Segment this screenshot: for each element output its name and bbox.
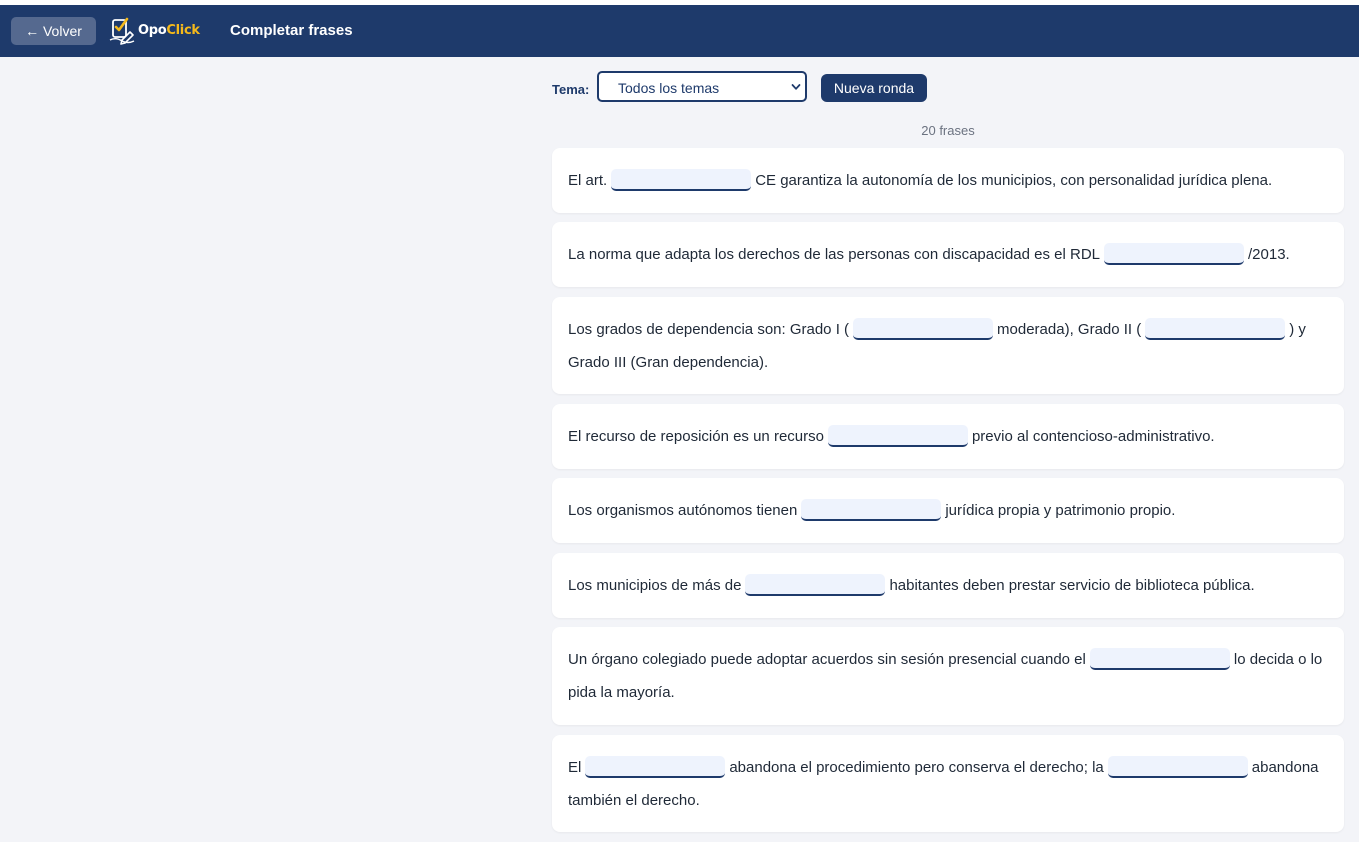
blank-input[interactable]: [1104, 243, 1245, 265]
sentence-fragment: Un órgano colegiado puede adoptar acuerd…: [568, 651, 1086, 668]
checklist-pencil-icon: [109, 17, 135, 45]
blank-input[interactable]: [827, 425, 968, 447]
blank-input[interactable]: [1145, 317, 1286, 340]
sentence-fragment: La norma que adapta los derechos de las …: [568, 246, 1101, 263]
sentence-text: Los municipios de más de habitantes deben…: [568, 569, 1328, 602]
sentence-text: Los grados de dependencia son: Grado I (…: [568, 313, 1328, 379]
blank-input[interactable]: [611, 169, 752, 191]
header-bar: ← Volver OpoClick Completar frases: [0, 5, 1359, 57]
sentence-fragment: jurídica propia y patrimonio propio.: [945, 502, 1176, 519]
tema-label: Tema:: [552, 82, 590, 97]
blank-input[interactable]: [585, 755, 726, 778]
opoclick-logo[interactable]: OpoClick: [108, 16, 204, 46]
sentence-count: 20 frases: [921, 123, 975, 138]
sentence-card: El abandona el procedimiento pero conserv…: [552, 735, 1344, 832]
sentence-card: Los grados de dependencia son: Grado I (…: [552, 297, 1344, 394]
sentence-fragment: Los grados de dependencia son: Grado I (: [568, 320, 850, 338]
sentence-fragment: El: [568, 758, 582, 776]
blank-input[interactable]: [853, 317, 994, 340]
sentence-text: El recurso de reposición es un recurso pr…: [568, 420, 1328, 453]
new-round-button[interactable]: Nueva ronda: [821, 74, 927, 102]
sentence-text: El art. CE garantiza la autonomía de los …: [568, 164, 1328, 197]
logo-click: Click: [166, 23, 200, 38]
sentence-fragment: habitantes deben prestar servicio de bib…: [889, 577, 1255, 594]
sentence-fragment: Los organismos autónomos tienen: [568, 502, 798, 519]
sentence-card: El art. CE garantiza la autonomía de los …: [552, 148, 1344, 213]
sentence-text: Los organismos autónomos tienen jurídica …: [568, 494, 1328, 527]
sentence-fragment: /2013.: [1248, 246, 1290, 263]
page-title: Completar frases: [230, 22, 353, 39]
sentence-text: El abandona el procedimiento pero conserv…: [568, 751, 1328, 817]
back-button[interactable]: ← Volver: [11, 17, 96, 45]
tema-select-value: Todos los temas: [618, 80, 720, 96]
logo-text: OpoClick: [138, 23, 200, 38]
blank-input[interactable]: [1107, 755, 1248, 778]
sentence-fragment: previo al contencioso-administrativo.: [971, 428, 1215, 445]
tema-select[interactable]: Todos los temas: [597, 71, 807, 102]
logo-opo: Opo: [138, 23, 167, 38]
sentence-card: Los municipios de más de habitantes deben…: [552, 553, 1344, 618]
sentence-text: Un órgano colegiado puede adoptar acuerd…: [568, 643, 1328, 709]
blank-input[interactable]: [1089, 648, 1230, 670]
sentence-fragment: abandona el procedimiento pero conserva …: [729, 758, 1104, 776]
sentence-fragment: El recurso de reposición es un recurso: [568, 428, 824, 445]
sentence-fragment: CE garantiza la autonomía de los municip…: [755, 172, 1273, 189]
sentence-card: El recurso de reposición es un recurso pr…: [552, 404, 1344, 469]
sentence-fragment: moderada), Grado II (: [997, 320, 1142, 338]
sentence-card: Un órgano colegiado puede adoptar acuerd…: [552, 627, 1344, 725]
sentence-text: La norma que adapta los derechos de las …: [568, 238, 1328, 271]
sentence-card: La norma que adapta los derechos de las …: [552, 222, 1344, 287]
sentence-fragment: Los municipios de más de: [568, 577, 742, 594]
sentence-fragment: El art.: [568, 172, 608, 189]
blank-input[interactable]: [745, 574, 886, 596]
sentence-card: Los organismos autónomos tienen jurídica …: [552, 478, 1344, 543]
blank-input[interactable]: [801, 499, 942, 521]
chevron-down-icon: [791, 84, 801, 90]
